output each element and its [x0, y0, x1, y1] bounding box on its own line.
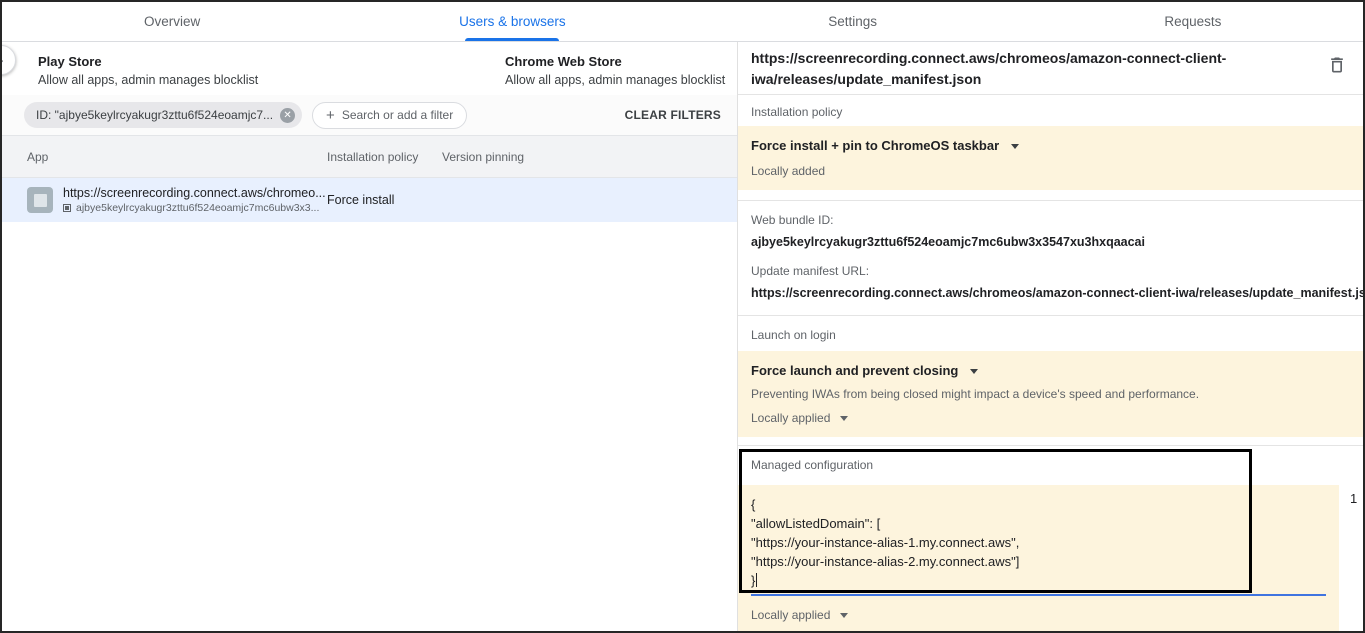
config-json-line: {	[751, 495, 1326, 514]
managed-config-textarea[interactable]: { "allowListedDomain": [ "https://your-i…	[751, 495, 1326, 590]
installation-policy-dropdown[interactable]: Force install + pin to ChromeOS taskbar	[751, 138, 1350, 154]
launch-source-value: Locally applied	[751, 411, 830, 425]
remove-filter-icon[interactable]: ✕	[280, 108, 295, 123]
chrome-web-store-title: Chrome Web Store	[505, 54, 725, 70]
web-bundle-icon	[63, 204, 71, 212]
launch-warning-text: Preventing IWAs from being closed might …	[751, 387, 1350, 401]
text-cursor	[756, 573, 757, 587]
app-row-id: ajbye5keylrcyakugr3zttu6f524eoamjc7mc6ub…	[63, 202, 326, 214]
plus-icon: +	[326, 108, 335, 123]
tab-settings[interactable]: Settings	[683, 2, 1023, 41]
tab-overview[interactable]: Overview	[2, 2, 342, 41]
chevron-down-icon	[840, 613, 848, 618]
row-installation-policy: Force install	[327, 193, 442, 207]
installation-policy-source: Locally added	[751, 164, 1350, 178]
tab-label: Settings	[828, 14, 877, 29]
app-thumbnail-inner	[34, 194, 47, 207]
play-store-subtitle: Allow all apps, admin manages blocklist	[38, 73, 258, 87]
launch-source-dropdown[interactable]: Locally applied	[751, 411, 1350, 425]
tab-requests[interactable]: Requests	[1023, 2, 1363, 41]
column-header-installation-policy: Installation policy	[327, 150, 442, 164]
column-header-version-pinning: Version pinning	[442, 150, 737, 164]
config-json-line: }	[751, 571, 1326, 590]
update-manifest-url-label: Update manifest URL:	[738, 250, 1363, 279]
detail-title-line1: https://screenrecording.connect.aws/chro…	[751, 48, 1226, 69]
config-json-line: "https://your-instance-alias-1.my.connec…	[751, 533, 1326, 552]
filter-chip-label: ID: "ajbye5keylrcyakugr3zttu6f524eoamjc7…	[36, 108, 273, 122]
play-store-title: Play Store	[38, 54, 258, 70]
web-bundle-id-label: Web bundle ID:	[738, 201, 1363, 228]
main-split: Play Store Allow all apps, admin manages…	[2, 42, 1363, 633]
launch-on-login-box: Force launch and prevent closing Prevent…	[738, 351, 1363, 437]
chevron-down-icon	[970, 369, 978, 374]
config-json-line: "https://your-instance-alias-2.my.connec…	[751, 552, 1326, 571]
table-row[interactable]: https://screenrecording.connect.aws/chro…	[2, 178, 737, 222]
installation-policy-box: Force install + pin to ChromeOS taskbar …	[738, 126, 1363, 190]
chevron-right-icon: ›	[0, 52, 4, 69]
installation-policy-label: Installation policy	[738, 95, 1363, 126]
detail-title: https://screenrecording.connect.aws/chro…	[751, 48, 1226, 90]
managed-source-dropdown[interactable]: Locally applied	[751, 608, 1326, 622]
launch-policy-value: Force launch and prevent closing	[751, 363, 958, 378]
chrome-web-store-subtitle: Allow all apps, admin manages blocklist	[505, 73, 725, 87]
add-filter-button[interactable]: + Search or add a filter	[312, 102, 467, 129]
tab-label: Requests	[1164, 14, 1221, 29]
id-filter-chip[interactable]: ID: "ajbye5keylrcyakugr3zttu6f524eoamjc7…	[24, 102, 302, 128]
chrome-web-store-policy: Chrome Web Store Allow all apps, admin m…	[505, 54, 725, 87]
detail-header: https://screenrecording.connect.aws/chro…	[738, 42, 1363, 94]
top-tab-bar: Overview Users & browsers Settings Reque…	[2, 2, 1363, 42]
column-header-app: App	[27, 150, 327, 164]
tab-label: Users & browsers	[459, 14, 566, 29]
chevron-down-icon	[1011, 144, 1019, 149]
tab-users-and-browsers[interactable]: Users & browsers	[342, 2, 682, 41]
add-filter-label: Search or add a filter	[342, 108, 453, 122]
edge-line-marker: 1	[1350, 491, 1357, 506]
config-json-line: "allowListedDomain": [	[751, 514, 1326, 533]
clear-filters-button[interactable]: CLEAR FILTERS	[625, 108, 721, 122]
app-text: https://screenrecording.connect.aws/chro…	[63, 186, 326, 214]
managed-configuration-box: { "allowListedDomain": [ "https://your-i…	[738, 485, 1339, 633]
app-list-panel: Play Store Allow all apps, admin manages…	[2, 42, 737, 633]
app-detail-panel: https://screenrecording.connect.aws/chro…	[737, 42, 1363, 633]
launch-on-login-label: Launch on login	[738, 316, 1363, 349]
trash-icon	[1327, 55, 1347, 75]
config-json-line-text: }	[751, 573, 755, 588]
app-row-id-text: ajbye5keylrcyakugr3zttu6f524eoamjc7mc6ub…	[76, 202, 319, 214]
tab-label: Overview	[144, 14, 200, 29]
installation-policy-value: Force install + pin to ChromeOS taskbar	[751, 138, 999, 153]
textarea-focus-underline	[751, 594, 1326, 596]
active-tab-underline	[465, 38, 559, 41]
detail-title-line2: iwa/releases/update_manifest.json	[751, 69, 1226, 90]
admin-console-window: Overview Users & browsers Settings Reque…	[0, 0, 1365, 633]
app-thumbnail-icon	[27, 187, 53, 213]
web-bundle-id-value: ajbye5keylrcyakugr3zttu6f524eoamjc7mc6ub…	[738, 228, 1363, 250]
chevron-down-icon	[840, 416, 848, 421]
filter-bar: ID: "ajbye5keylrcyakugr3zttu6f524eoamjc7…	[2, 95, 737, 135]
managed-source-value: Locally applied	[751, 608, 830, 622]
store-policy-summary: Play Store Allow all apps, admin manages…	[2, 42, 737, 95]
update-manifest-url-value: https://screenrecording.connect.aws/chro…	[738, 279, 1363, 301]
managed-configuration-label: Managed configuration	[738, 446, 1363, 479]
delete-app-button[interactable]	[1327, 55, 1347, 80]
play-store-policy: Play Store Allow all apps, admin manages…	[38, 54, 258, 87]
table-header: App Installation policy Version pinning	[2, 135, 737, 178]
launch-policy-dropdown[interactable]: Force launch and prevent closing	[751, 363, 1350, 379]
app-row-url: https://screenrecording.connect.aws/chro…	[63, 186, 326, 200]
app-cell: https://screenrecording.connect.aws/chro…	[27, 186, 327, 214]
